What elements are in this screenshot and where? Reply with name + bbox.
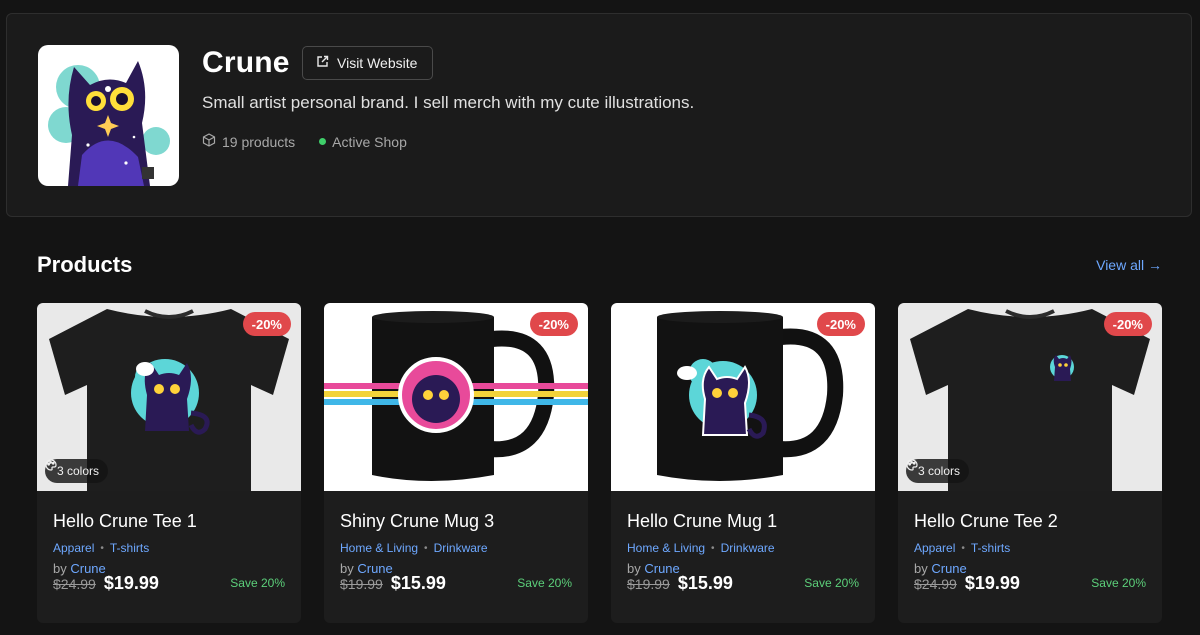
discount-badge: -20% <box>242 312 291 336</box>
save-label: Save 20% <box>1091 576 1146 590</box>
product-categories: Home & Living • Drinkware <box>340 541 572 555</box>
view-all-link[interactable]: View all → <box>1096 257 1162 273</box>
shop-status-label: Active Shop <box>332 133 407 150</box>
shop-header-card: Crune Visit Website Small artist persona… <box>6 13 1192 217</box>
original-price: $19.99 <box>627 576 670 592</box>
product-name[interactable]: Hello Crune Mug 1 <box>627 511 859 532</box>
save-label: Save 20% <box>230 576 285 590</box>
save-label: Save 20% <box>804 576 859 590</box>
product-card[interactable]: -20% Shiny Crune Mug 3 Home & Living • D… <box>324 303 588 623</box>
product-image[interactable]: -20% <box>324 303 588 491</box>
product-name[interactable]: Hello Crune Tee 1 <box>53 511 285 532</box>
discount-badge: -20% <box>529 312 578 336</box>
shop-meta: 19 products Active Shop <box>202 133 407 150</box>
original-price: $19.99 <box>340 576 383 592</box>
sale-price: $15.99 <box>677 573 733 593</box>
original-price: $24.99 <box>914 576 957 592</box>
subcategory-link[interactable]: T-shirts <box>110 541 149 555</box>
category-separator: • <box>100 542 104 554</box>
colors-badge: 3 colors <box>906 459 970 483</box>
status-dot-icon <box>319 138 327 145</box>
shop-status: Active Shop <box>319 134 407 150</box>
product-categories: Apparel • T-shirts <box>914 541 1146 555</box>
product-price: $19.99 $15.99 <box>627 573 733 594</box>
sale-price: $19.99 <box>964 573 1020 593</box>
shop-logo <box>38 45 179 186</box>
colors-label: 3 colors <box>918 464 961 478</box>
category-separator: • <box>711 542 715 554</box>
colors-badge: 3 colors <box>45 459 109 483</box>
subcategory-link[interactable]: T-shirts <box>971 541 1010 555</box>
sale-price: $19.99 <box>103 573 159 593</box>
visit-website-button[interactable]: Visit Website <box>302 46 433 80</box>
subcategory-link[interactable]: Drinkware <box>434 541 488 555</box>
discount-badge: -20% <box>816 312 865 336</box>
product-image[interactable]: -20% 3 colors <box>898 303 1162 491</box>
category-link[interactable]: Home & Living <box>627 541 705 555</box>
product-card[interactable]: -20% Hello Crune Mug 1 Home & Living • D… <box>611 303 875 623</box>
product-name[interactable]: Shiny Crune Mug 3 <box>340 511 572 532</box>
category-link[interactable]: Apparel <box>53 541 94 555</box>
product-card[interactable]: -20% 3 colors Hello Crune Tee 2 Apparel … <box>898 303 1162 623</box>
subcategory-link[interactable]: Drinkware <box>721 541 775 555</box>
external-link-icon <box>316 55 329 71</box>
product-count: 19 products <box>202 133 295 150</box>
product-price: $19.99 $15.99 <box>340 573 446 594</box>
shop-name: Crune <box>202 46 290 79</box>
visit-website-label: Visit Website <box>337 55 418 71</box>
original-price: $24.99 <box>53 576 96 592</box>
product-image[interactable]: -20% <box>611 303 875 491</box>
product-price: $24.99 $19.99 <box>914 573 1020 594</box>
category-separator: • <box>424 542 428 554</box>
category-separator: • <box>961 542 965 554</box>
category-link[interactable]: Apparel <box>914 541 955 555</box>
product-card[interactable]: -20% 3 colors Hello Crune Tee 1 Apparel … <box>37 303 301 623</box>
product-categories: Apparel • T-shirts <box>53 541 285 555</box>
product-count-label: 19 products <box>222 133 296 150</box>
box-icon <box>202 133 216 150</box>
discount-badge: -20% <box>1103 312 1152 336</box>
product-name[interactable]: Hello Crune Tee 2 <box>914 511 1146 532</box>
sale-price: $15.99 <box>390 573 446 593</box>
save-label: Save 20% <box>517 576 572 590</box>
product-price: $24.99 $19.99 <box>53 573 159 594</box>
products-heading: Products <box>37 252 133 277</box>
shop-description: Small artist personal brand. I sell merc… <box>202 93 695 112</box>
product-categories: Home & Living • Drinkware <box>627 541 859 555</box>
category-link[interactable]: Home & Living <box>340 541 418 555</box>
product-image[interactable]: -20% 3 colors <box>37 303 301 491</box>
colors-label: 3 colors <box>57 464 100 478</box>
